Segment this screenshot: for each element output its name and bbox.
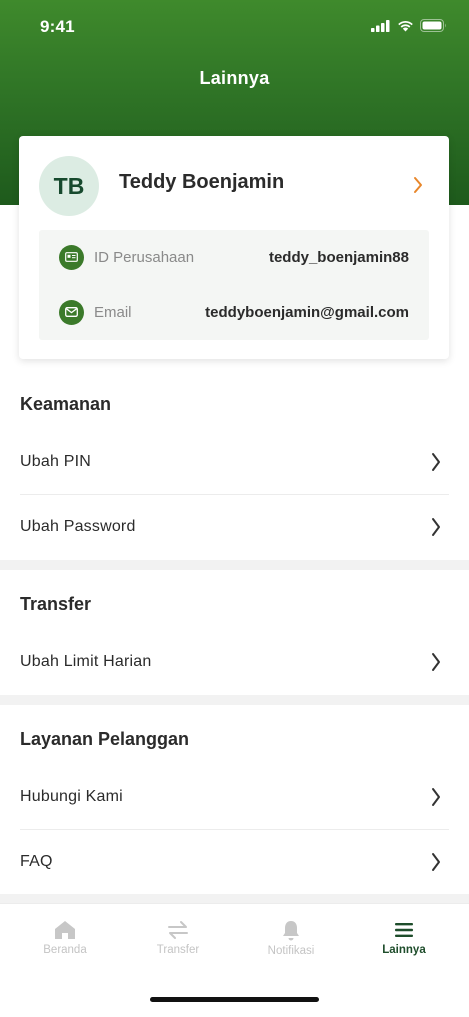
bell-icon bbox=[283, 921, 299, 941]
chevron-right-icon bbox=[432, 518, 440, 536]
menu-item-label: Ubah Password bbox=[20, 518, 136, 535]
section-separator bbox=[0, 560, 469, 570]
home-icon bbox=[55, 921, 75, 939]
page-title: Lainnya bbox=[199, 68, 270, 88]
tab-label: Beranda bbox=[43, 944, 87, 956]
chevron-right-icon[interactable] bbox=[413, 176, 423, 194]
menu-item-label: Ubah PIN bbox=[20, 453, 91, 470]
profile-card[interactable]: TB Teddy Boenjamin ID Perusahaan teddy_b… bbox=[19, 136, 449, 359]
battery-icon bbox=[420, 19, 446, 32]
menu-item-label: Ubah Limit Harian bbox=[20, 653, 152, 670]
menu-lines-icon bbox=[395, 923, 413, 937]
home-indicator bbox=[150, 997, 319, 1002]
menu-item-change-password[interactable]: Ubah Password bbox=[20, 495, 449, 559]
chevron-right-icon bbox=[432, 788, 440, 806]
tab-label: Transfer bbox=[156, 944, 200, 956]
menu-item-label: Hubungi Kami bbox=[20, 788, 123, 805]
section-separator bbox=[0, 695, 469, 705]
profile-name: Teddy Boenjamin bbox=[119, 171, 285, 193]
email-row: Email teddyboenjamin@gmail.com bbox=[59, 298, 409, 326]
mail-icon bbox=[59, 299, 84, 325]
menu-item-change-pin[interactable]: Ubah PIN bbox=[20, 430, 449, 494]
menu-item-label: FAQ bbox=[20, 853, 53, 870]
chevron-right-icon bbox=[432, 853, 440, 871]
email-label: Email bbox=[94, 303, 132, 321]
tab-label: Lainnya bbox=[382, 944, 426, 956]
chevron-right-icon bbox=[432, 653, 440, 671]
chevron-right-icon bbox=[432, 453, 440, 471]
id-card-icon bbox=[59, 244, 84, 270]
section-title-transfer: Transfer bbox=[20, 594, 92, 614]
email-value: teddyboenjamin@gmail.com bbox=[205, 303, 409, 321]
menu-item-contact-us[interactable]: Hubungi Kami bbox=[20, 765, 449, 829]
menu-item-faq[interactable]: FAQ bbox=[20, 830, 449, 894]
company-id-label: ID Perusahaan bbox=[94, 248, 195, 266]
tab-transfer[interactable]: Transfer bbox=[123, 920, 233, 956]
menu-item-change-daily-limit[interactable]: Ubah Limit Harian bbox=[20, 630, 449, 694]
section-title-customer-service: Layanan Pelanggan bbox=[20, 729, 190, 749]
cellular-signal-icon bbox=[371, 19, 390, 32]
transfer-arrows-icon bbox=[168, 921, 188, 939]
avatar: TB bbox=[39, 156, 99, 216]
tab-notifications[interactable]: Notifikasi bbox=[236, 920, 346, 957]
company-id-value: teddy_boenjamin88 bbox=[268, 248, 409, 266]
status-bar: 9:41 bbox=[0, 0, 469, 50]
status-time: 9:41 bbox=[40, 17, 75, 36]
status-icons bbox=[371, 19, 447, 32]
profile-info-box: ID Perusahaan teddy_boenjamin88 Email te… bbox=[39, 230, 429, 340]
company-id-row: ID Perusahaan teddy_boenjamin88 bbox=[59, 243, 409, 271]
tab-home[interactable]: Beranda bbox=[10, 920, 120, 956]
wifi-icon bbox=[398, 20, 413, 31]
section-title-security: Keamanan bbox=[20, 394, 112, 414]
tab-more[interactable]: Lainnya bbox=[349, 920, 459, 956]
tab-label: Notifikasi bbox=[267, 945, 315, 957]
